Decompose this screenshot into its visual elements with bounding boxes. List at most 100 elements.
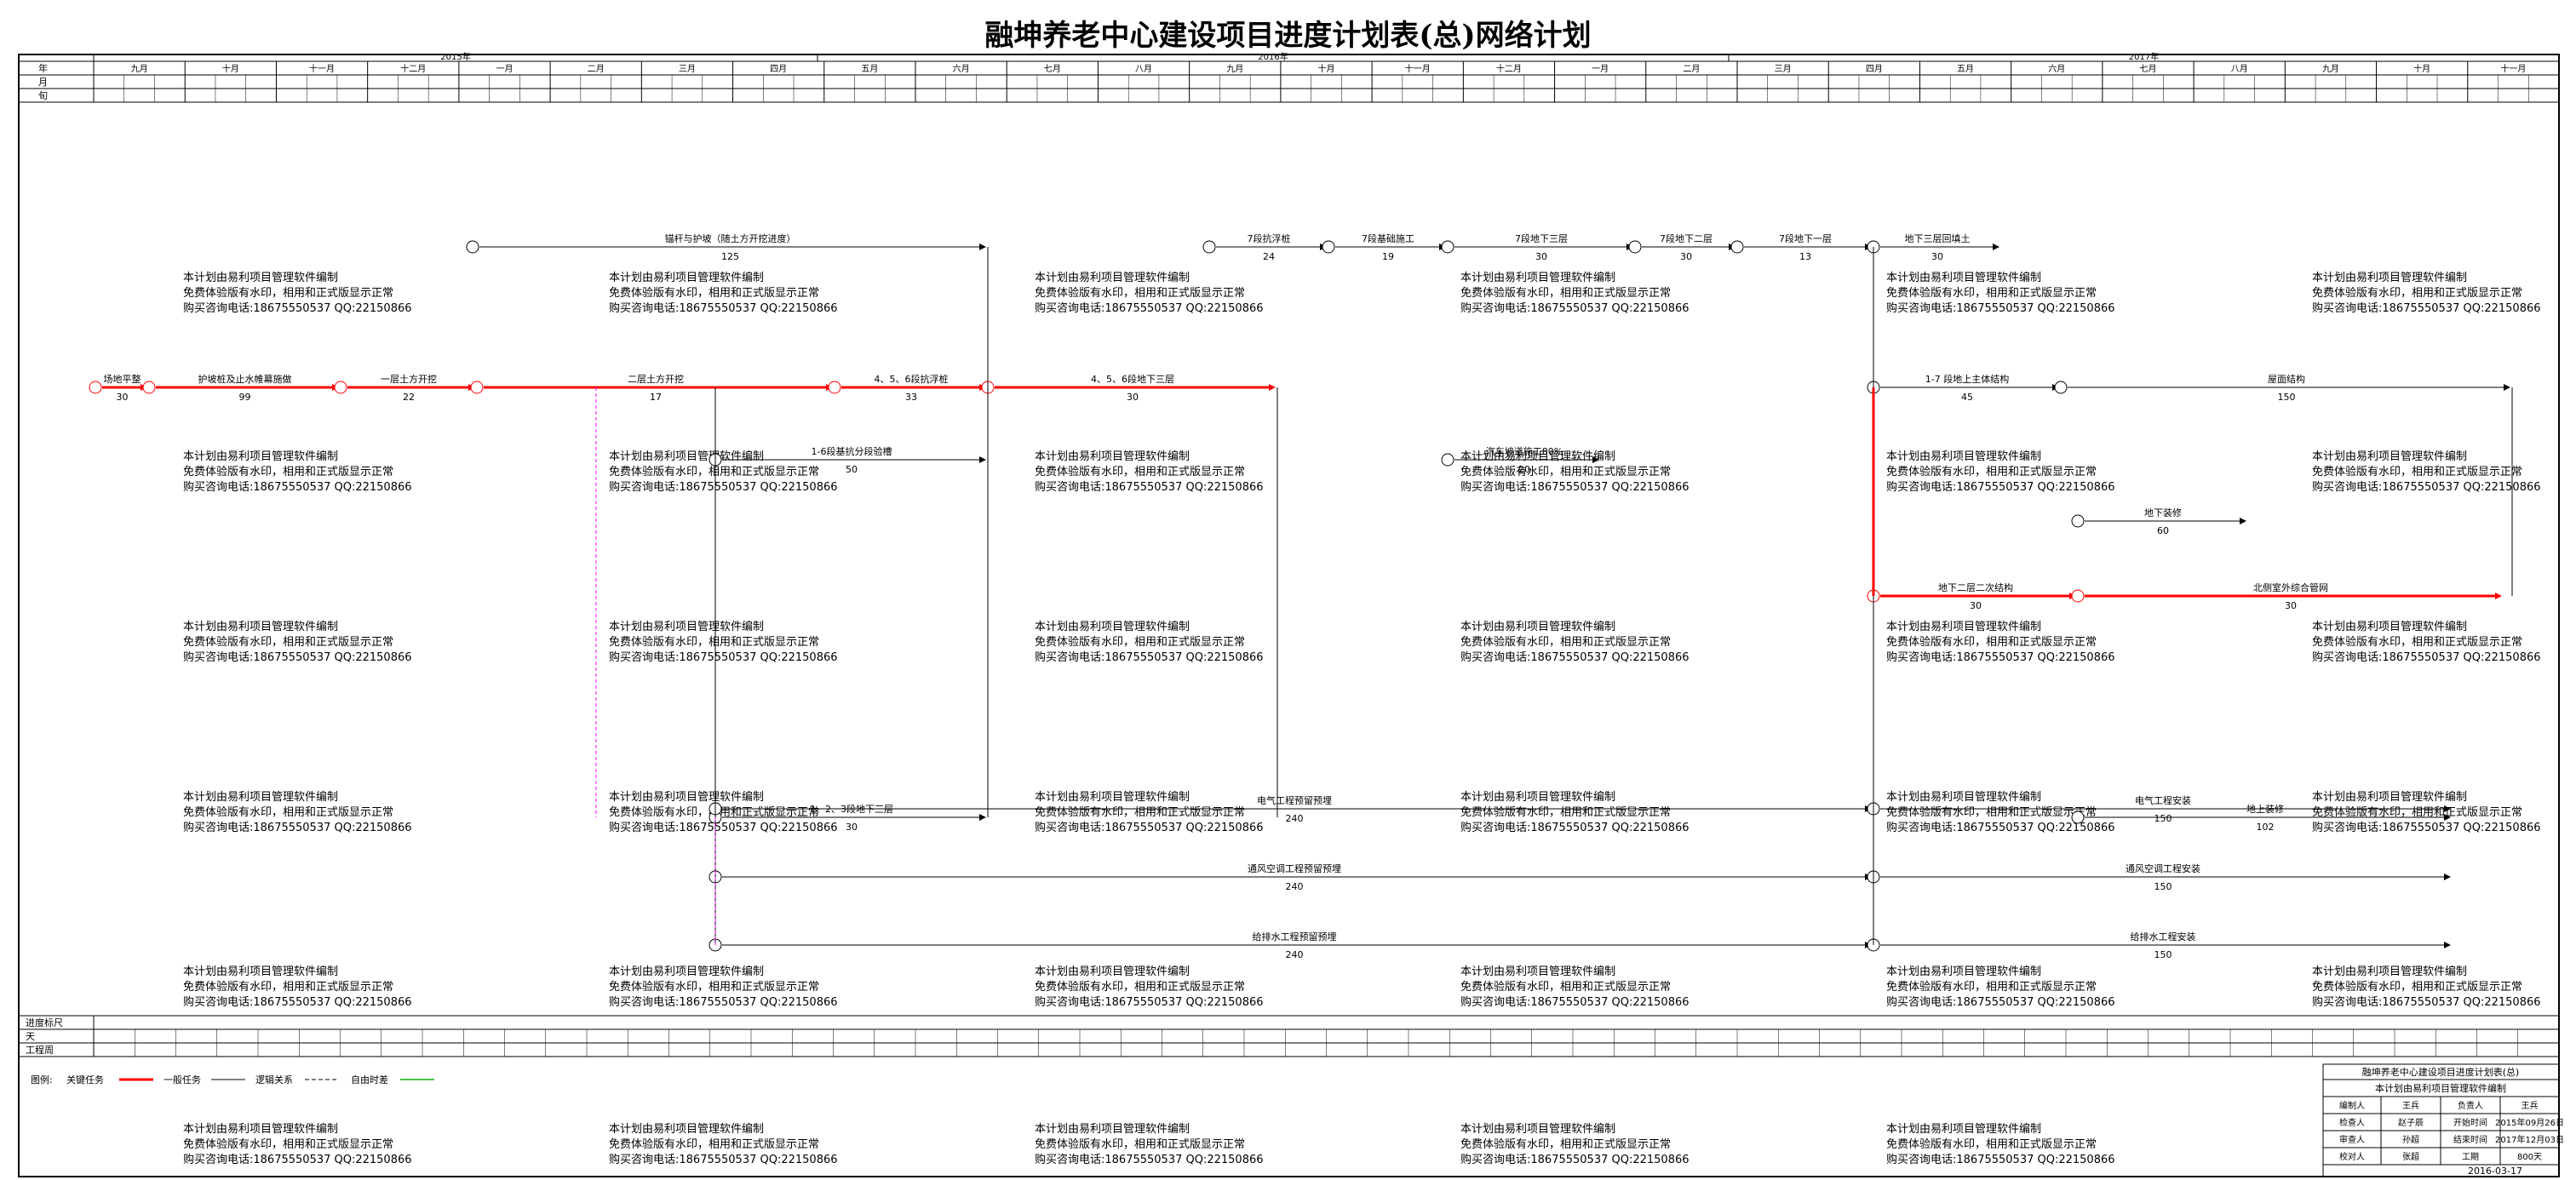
watermark-line: 购买咨询电话:18675550537 QQ:22150866 — [1886, 995, 2115, 1009]
week-label: 工程周 — [26, 1045, 54, 1056]
watermark-line: 购买咨询电话:18675550537 QQ:22150866 — [1460, 301, 1690, 315]
info-cell: 工期 — [2462, 1152, 2479, 1162]
watermark-line: 本计划由易利项目管理软件编制 — [2312, 450, 2467, 463]
month-label: 五月 — [1957, 64, 1974, 74]
activity-arrow: 地下装修 60 — [2071, 507, 2246, 536]
watermark-line: 本计划由易利项目管理软件编制 — [2312, 791, 2467, 804]
month-label: 四月 — [1866, 64, 1883, 74]
info-box: 融坤养老中心建设项目进度计划表(总) 本计划由易利项目管理软件编制 编制人 王兵 负… — [2322, 1063, 2564, 1177]
activity-label: 7段抗浮桩 — [1248, 232, 1291, 244]
watermark-line: 本计划由易利项目管理软件编制 — [609, 272, 764, 284]
watermark-line: 购买咨询电话:18675550537 QQ:22150866 — [1035, 995, 1264, 1009]
watermark-line: 购买咨询电话:18675550537 QQ:22150866 — [183, 650, 412, 664]
watermark-line: 购买咨询电话:18675550537 QQ:22150866 — [183, 301, 412, 315]
watermark-line: 购买咨询电话:18675550537 QQ:22150866 — [183, 480, 412, 494]
info-cell: 800天 — [2517, 1153, 2542, 1162]
node-circle — [89, 381, 102, 394]
activity-duration: 240 — [1286, 949, 1304, 960]
watermark-line: 免费体验版有水印，相用和正式版显示正常 — [1886, 635, 2097, 649]
watermark-line: 购买咨询电话:18675550537 QQ:22150866 — [1886, 301, 2115, 315]
watermark-line: 免费体验版有水印，相用和正式版显示正常 — [609, 286, 819, 300]
month-label: 六月 — [953, 64, 970, 74]
activity-duration: 30 — [1127, 392, 1139, 403]
watermark-line: 购买咨询电话:18675550537 QQ:22150866 — [609, 821, 838, 834]
watermark-line: 购买咨询电话:18675550537 QQ:22150866 — [1460, 821, 1690, 834]
activity-duration: 24 — [1263, 251, 1275, 262]
watermark-line: 免费体验版有水印，相用和正式版显示正常 — [609, 465, 819, 478]
watermark-line: 本计划由易利项目管理软件编制 — [609, 1123, 764, 1136]
watermark-line: 免费体验版有水印，相用和正式版显示正常 — [1460, 980, 1671, 994]
watermark-line: 本计划由易利项目管理软件编制 — [609, 791, 764, 804]
watermark-line: 免费体验版有水印，相用和正式版显示正常 — [609, 980, 819, 994]
scale-label: 进度标尺 — [26, 1017, 63, 1028]
node-circle — [1628, 240, 1642, 254]
watermark-line: 本计划由易利项目管理软件编制 — [1460, 791, 1615, 804]
watermark-line: 免费体验版有水印，相用和正式版显示正常 — [1886, 1137, 2097, 1151]
month-label: 九月 — [2322, 64, 2339, 74]
info-cell: 编制人 — [2339, 1100, 2365, 1111]
activity-duration: 30 — [117, 392, 129, 403]
activity-arrow: 给排水工程安装 150 — [1867, 931, 2451, 960]
activity-label: 4、5、6段抗浮桩 — [875, 373, 949, 385]
info-cell: 负责人 — [2458, 1100, 2483, 1111]
month-label: 十月 — [222, 63, 239, 74]
watermark-line: 购买咨询电话:18675550537 QQ:22150866 — [183, 821, 412, 834]
month-label: 七月 — [1044, 64, 1061, 74]
month-label: 十一月 — [2500, 63, 2526, 74]
activity-arrow: 二层土方开挖 17 — [470, 373, 833, 403]
watermark-line: 购买咨询电话:18675550537 QQ:22150866 — [609, 1153, 838, 1166]
watermark-line: 免费体验版有水印，相用和正式版显示正常 — [1460, 286, 1671, 300]
activity-label: 给排水工程预留预埋 — [1253, 931, 1337, 942]
info-cell: 审查人 — [2339, 1134, 2365, 1145]
month-label: 十一月 — [1405, 63, 1431, 74]
watermark-line: 免费体验版有水印，相用和正式版显示正常 — [1035, 805, 1245, 819]
watermark-line: 购买咨询电话:18675550537 QQ:22150866 — [609, 480, 838, 494]
watermark-line: 本计划由易利项目管理软件编制 — [1886, 272, 2041, 284]
watermark-line: 本计划由易利项目管理软件编制 — [183, 450, 338, 463]
activity-duration: 30 — [1680, 251, 1692, 262]
year-label: 2017年 — [2129, 51, 2159, 62]
activity-label: 锚杆与护坡（随土方开挖进度） — [665, 232, 796, 244]
activity-duration: 22 — [403, 392, 415, 403]
header-row-label: 旬 — [38, 90, 48, 101]
activity-duration: 13 — [1799, 251, 1811, 262]
watermark-line: 本计划由易利项目管理软件编制 — [609, 450, 764, 463]
watermark-line: 本计划由易利项目管理软件编制 — [2312, 965, 2467, 978]
node-circle — [2071, 589, 2085, 603]
year-label: 2015年 — [440, 51, 470, 62]
watermark-line: 免费体验版有水印，相用和正式版显示正常 — [1886, 465, 2097, 478]
activity-arrow: 7段基础施工 19 — [1322, 232, 1446, 262]
watermark-line: 免费体验版有水印，相用和正式版显示正常 — [2312, 465, 2522, 478]
watermark-line: 购买咨询电话:18675550537 QQ:22150866 — [1035, 480, 1264, 494]
watermark-line: 免费体验版有水印，相用和正式版显示正常 — [1035, 1137, 1245, 1151]
node-circle — [828, 381, 841, 394]
activity-arrow: 通风空调工程预留预埋 240 — [709, 862, 1872, 892]
activity-arrow: 7段地下一层 13 — [1730, 232, 1872, 262]
watermark-line: 购买咨询电话:18675550537 QQ:22150866 — [2312, 301, 2541, 315]
watermark-line: 本计划由易利项目管理软件编制 — [1886, 621, 2041, 633]
watermark-line: 购买咨询电话:18675550537 QQ:22150866 — [1886, 650, 2115, 664]
activity-arrow: 1-7 段地上主体结构 45 — [1867, 373, 2059, 403]
activity-label: 通风空调工程预留预埋 — [1248, 862, 1341, 874]
watermark-line: 本计划由易利项目管理软件编制 — [1886, 965, 2041, 978]
info-cell: 王兵 — [2402, 1100, 2419, 1111]
watermark-line: 免费体验版有水印，相用和正式版显示正常 — [1035, 635, 1245, 649]
activity-duration: 30 — [1535, 251, 1547, 262]
activity-label: 地下三层回填土 — [1905, 232, 1971, 244]
watermark-line: 本计划由易利项目管理软件编制 — [1460, 1123, 1615, 1136]
activity-duration: 30 — [1970, 600, 1982, 611]
watermark-line: 购买咨询电话:18675550537 QQ:22150866 — [1460, 995, 1690, 1009]
day-label: 天 — [26, 1031, 35, 1042]
activity-label: 汽车坡道施工80% — [1486, 445, 1563, 457]
activity-duration: 150 — [2278, 392, 2296, 403]
node-circle — [334, 381, 347, 394]
activity-arrow: 地下二层二次结构 30 — [1867, 581, 2076, 611]
watermark-line: 免费体验版有水印，相用和正式版显示正常 — [183, 286, 393, 300]
info-cell: 检查人 — [2339, 1117, 2365, 1128]
watermark-line: 本计划由易利项目管理软件编制 — [1035, 1123, 1190, 1136]
activity-duration: 150 — [2154, 813, 2172, 824]
watermark-line: 购买咨询电话:18675550537 QQ:22150866 — [1460, 1153, 1690, 1166]
month-label: 六月 — [2048, 64, 2065, 74]
month-label: 二月 — [1683, 64, 1700, 74]
month-label: 一月 — [1592, 64, 1609, 74]
